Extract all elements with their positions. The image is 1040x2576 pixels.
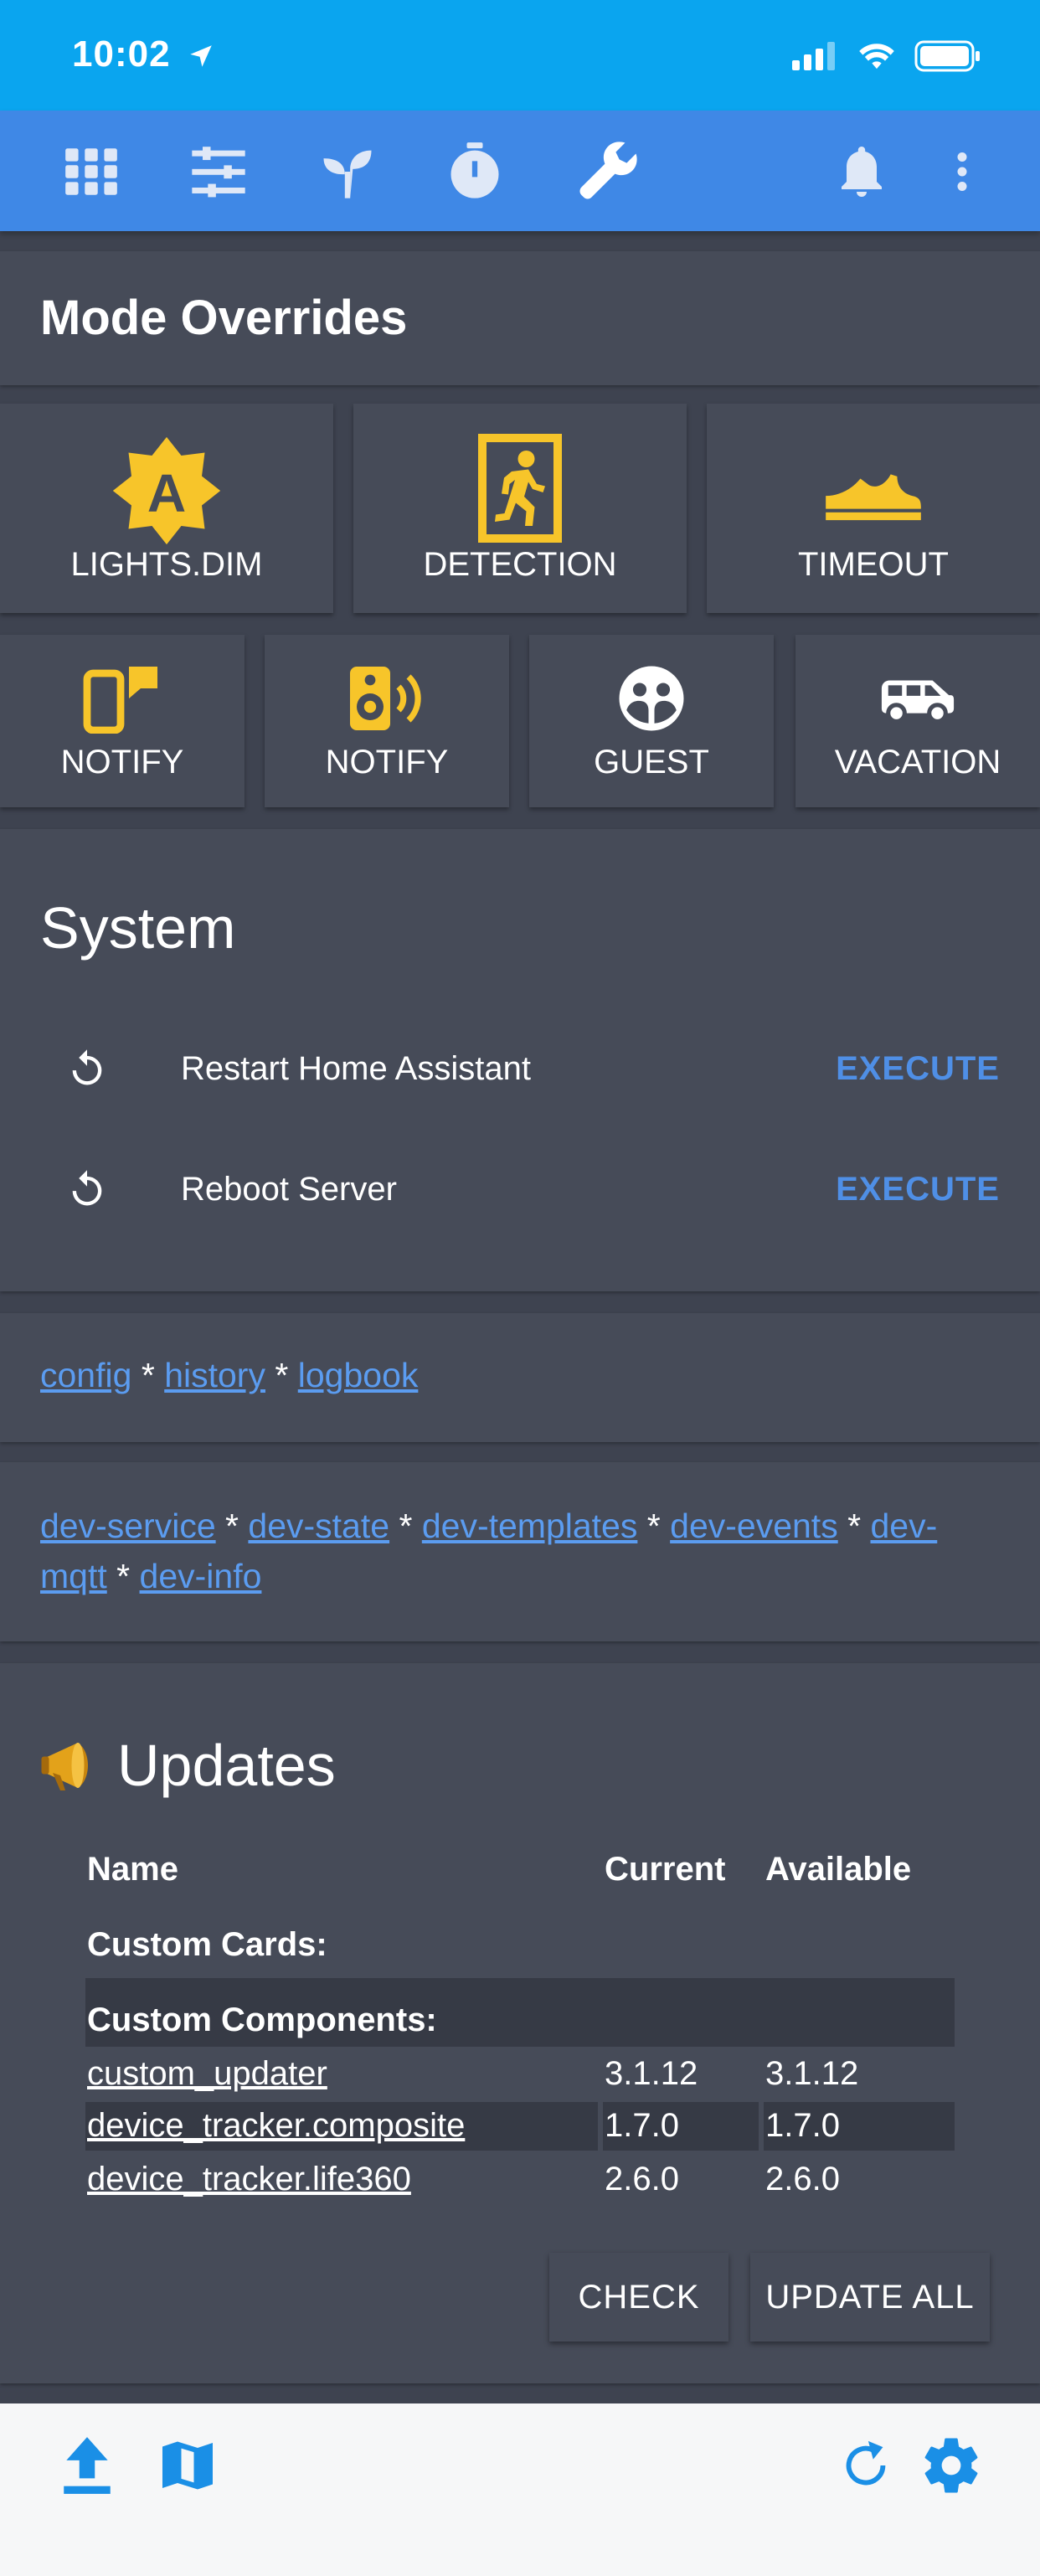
link-separator: * <box>116 1557 131 1595</box>
battery-icon <box>914 40 980 72</box>
device-tracker-life360-link[interactable]: device_tracker.life360 <box>87 2161 411 2197</box>
dev-service-link[interactable]: dev-service <box>40 1507 216 1545</box>
dev-links: dev-service * dev-state * dev-templates … <box>40 1501 1003 1601</box>
status-bar: 10:02 <box>0 0 1040 111</box>
status-icons <box>792 40 981 72</box>
detection-label: DETECTION <box>423 546 617 583</box>
signal-icon <box>792 42 835 70</box>
link-separator: * <box>141 1356 155 1394</box>
device-tracker-composite-link[interactable]: device_tracker.composite <box>87 2107 465 2144</box>
status-time: 10:02 <box>72 33 215 75</box>
custom-components-section: Custom Components: <box>87 2002 437 2038</box>
table-row-name: device_tracker.life360 <box>87 2161 411 2198</box>
link-separator: * <box>646 1507 661 1545</box>
shoe-icon <box>707 454 1040 529</box>
main-links: config * history * logbook <box>40 1350 418 1400</box>
timer-icon[interactable] <box>442 139 507 204</box>
detection-button[interactable]: DETECTION <box>353 404 687 613</box>
dev-events-link[interactable]: dev-events <box>670 1507 838 1545</box>
exit-run-icon <box>353 434 687 543</box>
more-vertical-icon[interactable] <box>929 139 995 204</box>
notify-speaker-label: NOTIFY <box>325 744 449 781</box>
svg-text:A: A <box>147 463 186 523</box>
mode-overrides-header-card: Mode Overrides <box>0 251 1040 385</box>
table-row-name: custom_updater <box>87 2055 327 2093</box>
lights-dim-label: LIGHTS.DIM <box>70 546 263 583</box>
dev-state-link[interactable]: dev-state <box>248 1507 389 1545</box>
van-icon <box>795 672 1040 725</box>
history-link[interactable]: history <box>164 1356 265 1394</box>
link-separator: * <box>847 1507 862 1545</box>
dev-info-link[interactable]: dev-info <box>140 1557 262 1595</box>
lights-dim-button[interactable]: A LIGHTS.DIM <box>0 404 333 613</box>
table-row-current: 3.1.12 <box>605 2055 698 2092</box>
notify-phone-label: NOTIFY <box>60 744 184 781</box>
bottom-bar <box>0 2403 1040 2576</box>
top-toolbar <box>0 111 1040 340</box>
table-row-current: 1.7.0 <box>605 2107 679 2144</box>
notify-speaker-button[interactable]: NOTIFY <box>265 635 509 807</box>
table-row-available: 3.1.12 <box>765 2055 859 2092</box>
link-separator: * <box>225 1507 239 1545</box>
share-upload-icon[interactable] <box>54 2432 121 2499</box>
vacation-button[interactable]: VACATION <box>795 635 1040 807</box>
link-separator: * <box>399 1507 413 1545</box>
settings-gear-icon[interactable] <box>918 2432 985 2499</box>
table-row-available: 2.6.0 <box>765 2161 840 2197</box>
system-title: System <box>40 895 236 961</box>
updates-title-text: Updates <box>117 1733 336 1798</box>
speaker-wireless-icon <box>265 663 509 734</box>
table-row-current: 2.6.0 <box>605 2161 679 2197</box>
guest-button[interactable]: GUEST <box>529 635 774 807</box>
custom-cards-section: Custom Cards: <box>87 1926 327 1963</box>
guest-label: GUEST <box>594 744 709 781</box>
reboot-execute-button[interactable]: EXECUTE <box>836 1171 1000 1208</box>
reboot-server-label: Reboot Server <box>181 1171 397 1208</box>
guest-icon <box>529 663 774 734</box>
wifi-icon <box>859 44 894 70</box>
check-button[interactable]: CHECK <box>549 2253 729 2342</box>
dev-templates-link[interactable]: dev-templates <box>422 1507 638 1545</box>
link-separator: * <box>275 1356 289 1394</box>
custom-updater-link[interactable]: custom_updater <box>87 2055 327 2092</box>
mode-overrides-title: Mode Overrides <box>40 291 408 345</box>
cellphone-message-icon <box>0 663 245 734</box>
dev-mqtt-link[interactable]: dev- <box>870 1507 937 1545</box>
notify-phone-button[interactable]: NOTIFY <box>0 635 245 807</box>
col-header-current: Current <box>605 1851 726 1888</box>
table-row-available: 1.7.0 <box>765 2107 840 2144</box>
restart-home-assistant-label: Restart Home Assistant <box>181 1050 531 1087</box>
vacation-label: VACATION <box>834 744 1001 781</box>
tune-sliders-icon[interactable] <box>186 139 251 204</box>
sprout-icon[interactable] <box>315 139 380 204</box>
restart-execute-button[interactable]: EXECUTE <box>836 1050 1000 1088</box>
megaphone-icon <box>41 1743 88 1790</box>
logbook-link[interactable]: logbook <box>298 1356 419 1394</box>
update-all-button[interactable]: UPDATE ALL <box>750 2253 990 2342</box>
col-header-available: Available <box>765 1851 912 1888</box>
bell-icon[interactable] <box>829 139 894 204</box>
map-icon[interactable] <box>154 2432 221 2499</box>
location-arrow-icon <box>190 45 212 68</box>
refresh-icon[interactable] <box>832 2432 899 2499</box>
table-row-name: device_tracker.composite <box>87 2107 465 2145</box>
view-grid-icon[interactable] <box>59 139 124 204</box>
dev-mqtt-link-continued[interactable]: mqtt <box>40 1557 107 1595</box>
col-header-name: Name <box>87 1851 178 1888</box>
updates-title: Updates <box>40 1732 336 1799</box>
timeout-button[interactable]: TIMEOUT <box>707 404 1040 613</box>
auto-brightness-icon: A <box>0 432 333 549</box>
restart-icon <box>72 1049 102 1085</box>
reboot-icon <box>72 1170 102 1206</box>
config-link[interactable]: config <box>40 1356 131 1394</box>
timeout-label: TIMEOUT <box>798 546 949 583</box>
wrench-icon[interactable] <box>574 139 640 204</box>
